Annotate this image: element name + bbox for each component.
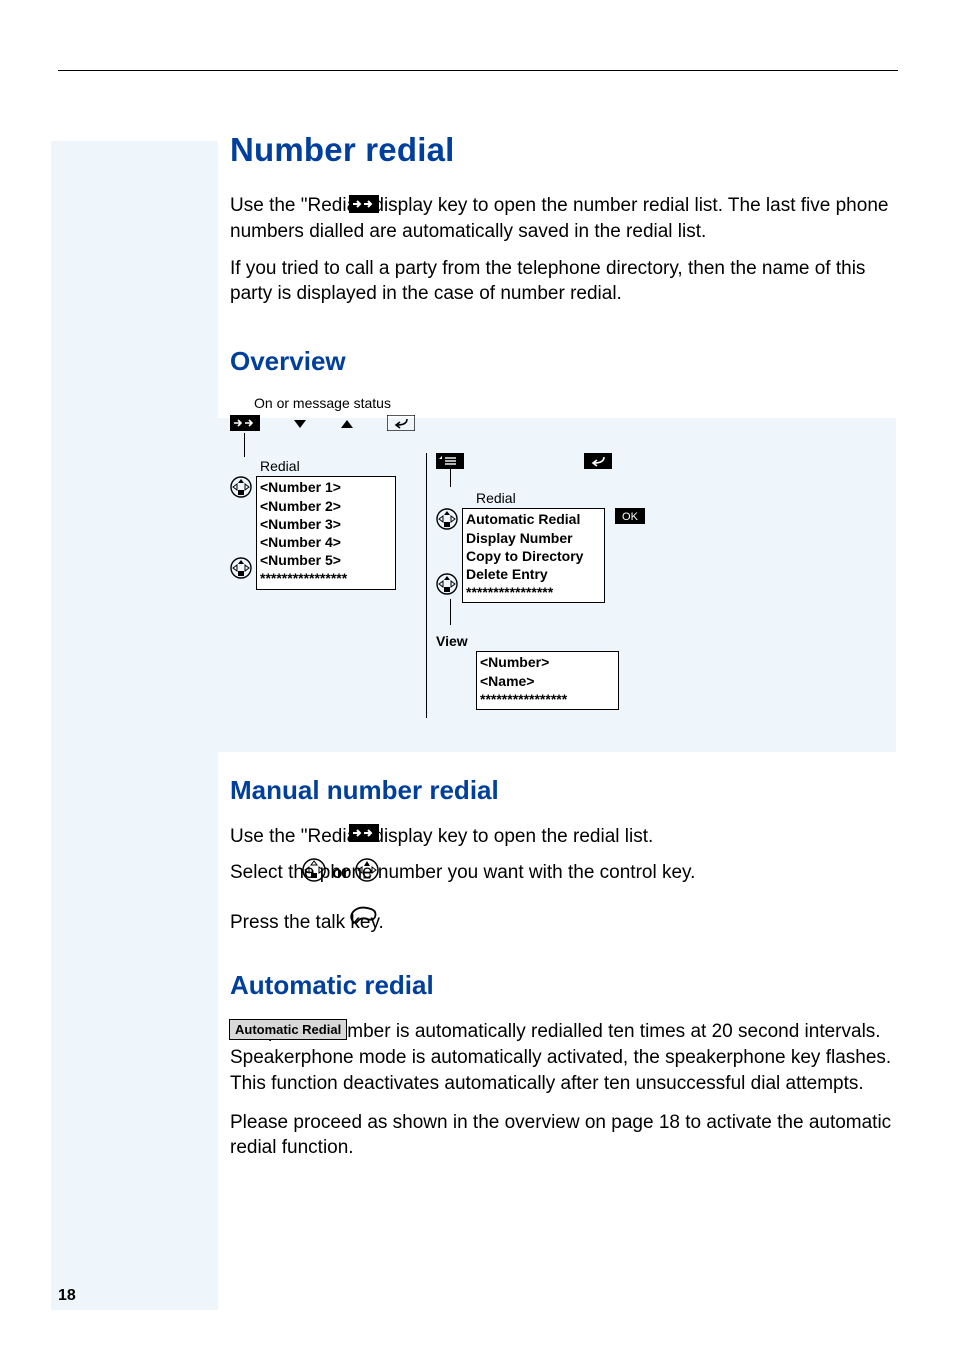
redial-list-box: <Number 1> <Number 2> <Number 3> <Number… bbox=[256, 476, 396, 589]
talk-key-icon bbox=[349, 906, 379, 937]
column-divider bbox=[426, 453, 427, 718]
top-rule bbox=[58, 70, 898, 71]
redial-arrows-icon bbox=[230, 415, 260, 436]
automatic-redial-badge: Automatic Redial bbox=[229, 1019, 347, 1040]
list-item: Copy to Directory bbox=[466, 547, 601, 565]
view-label: View bbox=[436, 633, 666, 649]
section-overview-heading: Overview bbox=[230, 346, 898, 377]
col2-header: Redial bbox=[476, 490, 516, 506]
list-item: Automatic Redial bbox=[466, 510, 601, 528]
list-item: <Number> bbox=[480, 653, 615, 671]
list-item: <Name> bbox=[480, 672, 615, 690]
list-item: **************** bbox=[466, 583, 601, 601]
down-arrow-icon bbox=[293, 417, 307, 435]
list-item: **************** bbox=[480, 690, 615, 708]
view-box: <Number> <Name> **************** bbox=[476, 651, 619, 710]
page-number: 18 bbox=[58, 1287, 76, 1305]
entry-menu-box: Automatic Redial Display Number Copy to … bbox=[462, 508, 605, 603]
ok-key-icon: OK bbox=[615, 508, 645, 529]
overview-diagram: On or message status Redial bbox=[230, 395, 898, 735]
list-item: Delete Entry bbox=[466, 565, 601, 583]
list-item: <Number 5> bbox=[260, 551, 392, 569]
intro-paragraph-2: If you tried to call a party from the te… bbox=[230, 256, 898, 306]
up-arrow-icon bbox=[340, 417, 354, 435]
control-key-icon bbox=[230, 557, 252, 584]
section-manual-heading: Manual number redial bbox=[230, 775, 898, 806]
left-column-bg-2 bbox=[51, 750, 218, 1310]
redial-arrows-icon bbox=[349, 824, 379, 847]
auto-paragraph-2: Please proceed as shown in the overview … bbox=[230, 1110, 898, 1160]
section-auto-heading: Automatic redial bbox=[230, 970, 898, 1001]
control-key-icon bbox=[230, 476, 252, 503]
redial-arrows-icon bbox=[349, 195, 379, 218]
svg-text:OK: OK bbox=[622, 511, 639, 523]
control-key-icon bbox=[436, 508, 458, 535]
or-label: or bbox=[332, 863, 349, 883]
control-key-up-icon bbox=[355, 858, 379, 887]
list-item: <Number 2> bbox=[260, 497, 392, 515]
control-key-down-icon bbox=[302, 858, 326, 887]
diagram-note: On or message status bbox=[230, 395, 415, 411]
list-item: Display Number bbox=[466, 529, 601, 547]
list-item: <Number 3> bbox=[260, 515, 392, 533]
page-title: Number redial bbox=[230, 131, 898, 169]
list-item: <Number 1> bbox=[260, 478, 392, 496]
list-item: **************** bbox=[260, 569, 392, 587]
return-key-icon bbox=[387, 415, 415, 436]
return-key-icon bbox=[584, 453, 612, 474]
list-item: <Number 4> bbox=[260, 533, 392, 551]
left-column-bg bbox=[51, 141, 218, 420]
control-key-icon bbox=[436, 573, 458, 600]
